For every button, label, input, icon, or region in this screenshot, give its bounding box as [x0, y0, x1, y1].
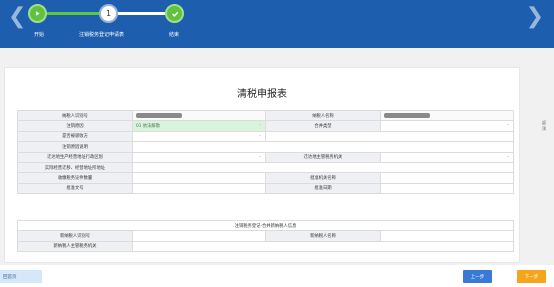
table-row: 收缴税务证件数量 批准机关名称: [17, 172, 514, 184]
table-row: 是否被吸收方 ⌄: [17, 130, 514, 143]
table-row: 新纳税人识别号 新纳税人名称: [17, 230, 515, 242]
cert-count-input[interactable]: [132, 172, 266, 184]
form-card: 清税申报表 纳税人识别号 纳税人名称 注销原因 01 依法解散 ⌄ 合并类型 ⌄ …: [4, 67, 520, 263]
chevron-down-icon: ⌄: [258, 131, 262, 137]
step-label-end: 结束: [169, 32, 180, 38]
step-end-node: [165, 4, 184, 23]
footer-bar: 回首页 上一步 下一步: [0, 265, 554, 287]
back-home-button[interactable]: 回首页: [0, 270, 42, 283]
prev-step-arrow-icon[interactable]: ❮: [8, 5, 26, 29]
approve-date-input[interactable]: [380, 182, 514, 195]
contact-label: 实际经营迁移、经营地址所地址: [17, 161, 133, 174]
chevron-down-icon: ⌄: [506, 152, 510, 158]
redacted-value: [136, 112, 182, 118]
main-form-table: 纳税人识别号 纳税人名称 注销原因 01 依法解散 ⌄ 合并类型 ⌄ 是否被吸收方…: [17, 109, 514, 195]
check-icon: [171, 11, 178, 17]
new-tax-office-input[interactable]: [131, 240, 515, 253]
taxpayer-name-value: [380, 109, 514, 122]
empty-cell: [265, 130, 514, 143]
step-current-node: 1: [99, 4, 118, 23]
doc-no-label: 批准文号: [17, 182, 133, 195]
absorbed-party-select[interactable]: ⌄: [132, 130, 266, 143]
merge-section-header: 注销税务登记-合并新纳税人信息: [16, 219, 515, 232]
merge-type-select[interactable]: ⌄: [380, 120, 514, 132]
table-row: 注销税务登记-合并新纳税人信息: [16, 219, 515, 232]
new-tax-office-label: 新纳税人主管税务机关: [17, 240, 133, 253]
approver-input[interactable]: [380, 172, 514, 184]
contact-input[interactable]: [132, 161, 514, 174]
tax-office-label: 迁达地主管税务机关: [265, 151, 381, 163]
table-row: 纳税人识别号 纳税人名称: [17, 109, 514, 122]
merge-info-table: 注销税务登记-合并新纳税人信息 新纳税人识别号 新纳税人名称 新纳税人主管税务机…: [16, 219, 515, 253]
table-row: 新纳税人主管税务机关: [17, 240, 515, 253]
new-taxpayer-name-input[interactable]: [379, 230, 515, 242]
admin-region-label: 迁达地生产经营地址行政区划: [17, 151, 133, 163]
wizard-header: ❮ 1 开始 注销税务登记申请表 结束 ❯: [0, 0, 554, 48]
play-icon: [36, 11, 40, 16]
progress-line-remaining: [118, 12, 170, 15]
table-row: 迁达地生产经营地址行政区划 ⌄ 迁达地主管税务机关 ⌄: [17, 151, 514, 163]
progress-line-completed: [46, 12, 100, 15]
step-label-current: 注销税务登记申请表: [79, 32, 125, 38]
cert-count-label: 收缴税务证件数量: [17, 172, 133, 184]
redacted-value: [384, 112, 430, 118]
chevron-down-icon: ⌄: [258, 152, 262, 158]
reason-label: 注销原因: [17, 120, 133, 132]
taxpayer-id-label: 纳税人识别号: [17, 109, 133, 122]
table-row: 批准文号 批准日期: [17, 182, 514, 195]
side-char: 顶: [542, 126, 546, 131]
step-number: 1: [105, 9, 112, 18]
reason-selected-value: 01 依法解散: [136, 124, 161, 130]
reason-desc-label: 注销原因说明: [17, 141, 133, 153]
chevron-down-icon: ⌄: [506, 121, 510, 127]
new-taxpayer-name-label: 新纳税人名称: [265, 230, 381, 242]
reason-select[interactable]: 01 依法解散 ⌄: [132, 120, 266, 132]
step-start-node: [28, 4, 47, 23]
taxpayer-id-value: [132, 109, 266, 122]
admin-region-select[interactable]: ⌄: [132, 151, 266, 163]
approver-label: 批准机关名称: [265, 172, 381, 184]
prev-button[interactable]: 上一步: [463, 270, 492, 283]
merge-type-label: 合并类型: [265, 120, 381, 132]
back-to-top-link[interactable]: 返 顶: [542, 120, 546, 132]
doc-no-input[interactable]: [132, 182, 266, 195]
taxpayer-name-label: 纳税人名称: [265, 109, 381, 122]
next-button[interactable]: 下一步: [517, 270, 546, 283]
table-row: 注销原因 01 依法解散 ⌄ 合并类型 ⌄: [17, 120, 514, 132]
new-taxpayer-id-input[interactable]: [132, 230, 266, 242]
absorbed-party-label: 是否被吸收方: [17, 130, 133, 143]
tax-office-select[interactable]: ⌄: [380, 151, 514, 163]
next-step-arrow-icon[interactable]: ❯: [526, 5, 544, 29]
chevron-down-icon: ⌄: [258, 121, 262, 127]
table-row: 注销原因说明: [17, 141, 514, 153]
new-taxpayer-id-label: 新纳税人识别号: [17, 230, 133, 242]
step-label-start: 开始: [34, 32, 45, 38]
reason-desc-input[interactable]: [132, 141, 514, 153]
table-row: 实际经营迁移、经营地址所地址: [17, 161, 514, 174]
approve-date-label: 批准日期: [265, 182, 381, 195]
page-title: 清税申报表: [237, 89, 287, 100]
